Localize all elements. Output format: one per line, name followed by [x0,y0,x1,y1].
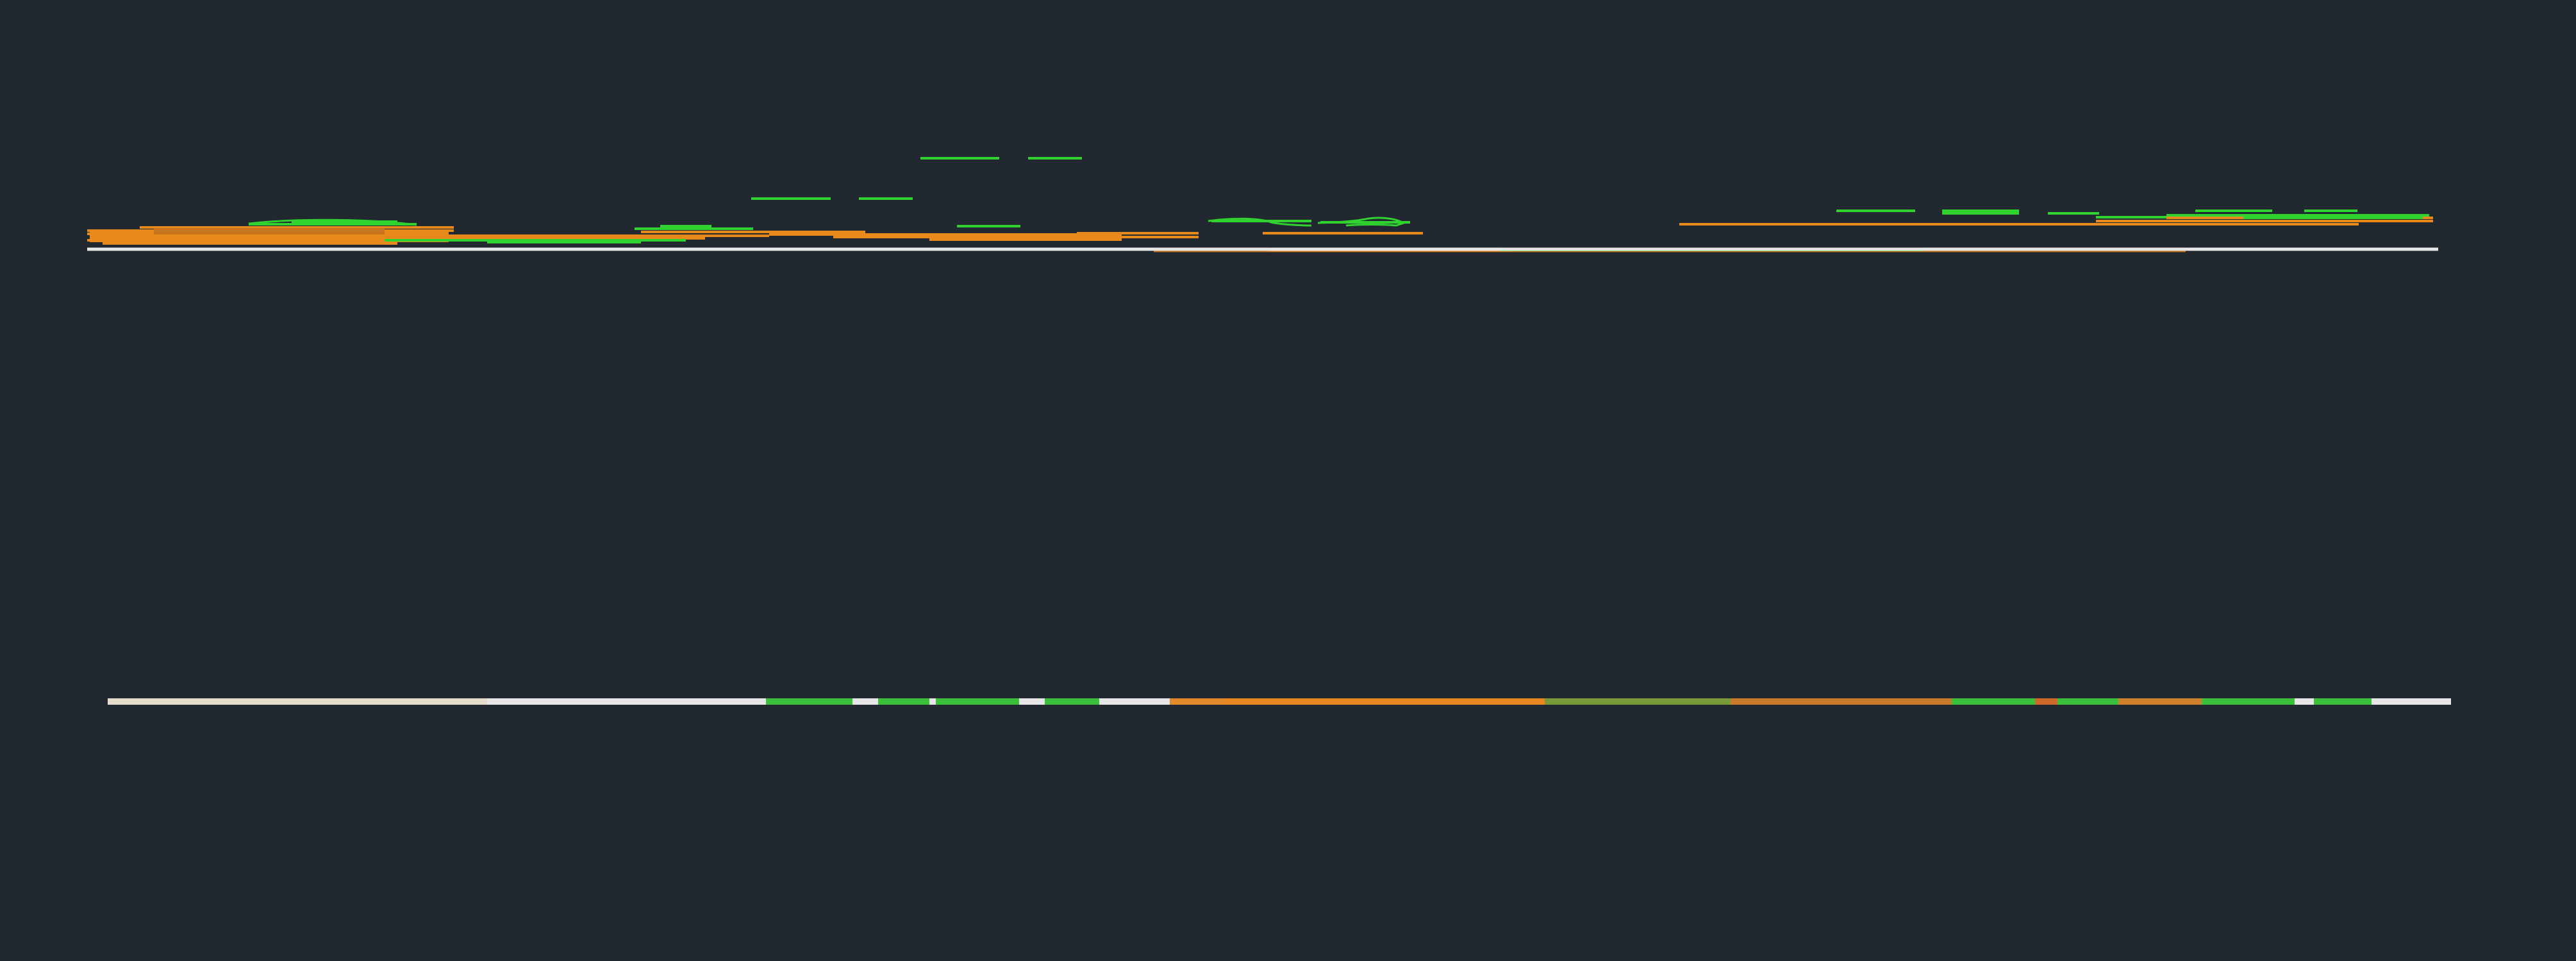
overview-scrubber[interactable] [0,0,2576,961]
scrubber-band [1019,698,1045,705]
scrubber-band [108,698,487,705]
scrubber-band [2202,698,2295,705]
drawing-canvas[interactable] [0,0,2576,961]
scrubber-band [2372,698,2451,705]
scrubber-band [766,698,852,705]
scrubber-band [1731,698,1952,705]
scrubber-band [487,698,766,705]
scrubber-band [852,698,878,705]
scrubber-band [1952,698,2035,705]
scrubber-band [936,698,1019,705]
scrubber-band [878,698,929,705]
scrubber-band [1045,698,1099,705]
scrubber-band [2314,698,2372,705]
scrubber-band [2035,698,2057,705]
scrubber-band [1099,698,1170,705]
scrubber-band [1224,698,1545,705]
scrubber-band [2118,698,2202,705]
scrubber-band [2057,698,2118,705]
scrubber-band [1170,698,1224,705]
scrubber-band [1545,698,1731,705]
scrubber-band [2295,698,2314,705]
scrubber-track[interactable] [108,698,2451,705]
